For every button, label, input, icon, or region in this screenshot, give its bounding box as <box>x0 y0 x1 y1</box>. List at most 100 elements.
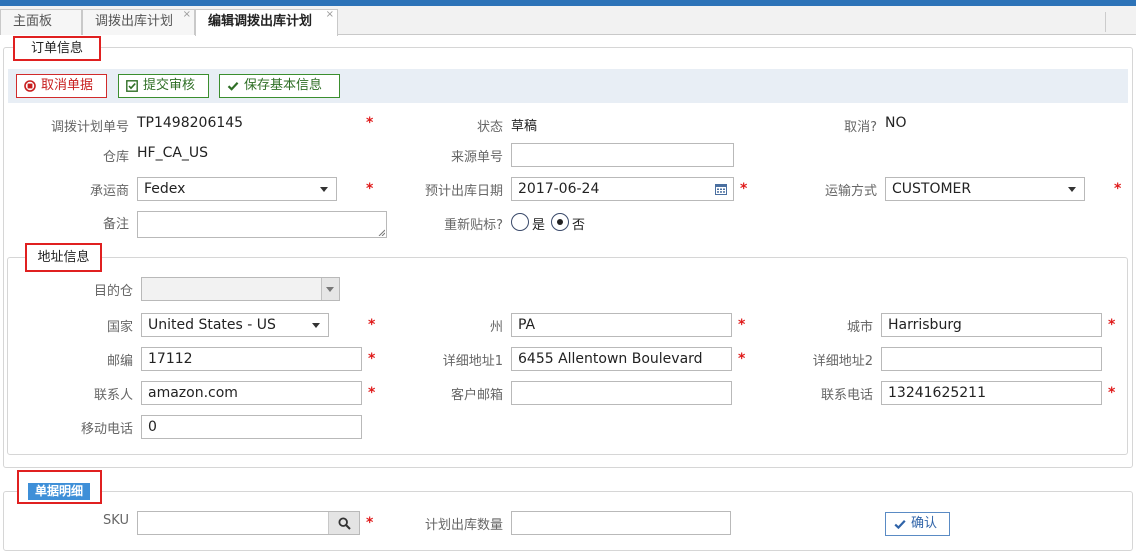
mobile-label: 移动电话 <box>80 422 133 437</box>
zip-input[interactable]: 17112 <box>141 347 362 371</box>
required-mark: * <box>740 181 748 197</box>
ship-date-input[interactable]: 2017-06-24 <box>511 177 734 201</box>
relabel-no-label: 否 <box>572 218 586 233</box>
warehouse-value: HF_CA_US <box>137 145 209 161</box>
phone-input[interactable]: 13241625211 <box>881 381 1102 405</box>
chevron-down-icon <box>326 287 334 292</box>
phone-label: 联系电话 <box>820 388 873 403</box>
submit-review-button[interactable]: 提交审核 <box>118 74 209 98</box>
chevron-down-icon <box>312 323 320 328</box>
button-label: 保存基本信息 <box>244 78 323 93</box>
country-select[interactable]: United States - US <box>141 313 329 337</box>
plan-no-label: 调拨计划单号 <box>50 120 129 135</box>
contact-label: 联系人 <box>93 388 133 403</box>
check-icon <box>894 520 906 530</box>
tab-edit-transfer-plan[interactable]: 编辑调拨出库计划 × <box>195 9 338 36</box>
detail-legend: 单据明细 <box>17 470 102 504</box>
required-mark: * <box>1108 317 1116 333</box>
contact-input[interactable]: amazon.com <box>141 381 362 405</box>
qty-label: 计划出库数量 <box>424 518 503 533</box>
cancelled-value: NO <box>885 115 907 131</box>
dropdown-button[interactable] <box>321 278 339 300</box>
dest-warehouse-select[interactable] <box>141 277 340 301</box>
cancel-circle-icon <box>24 80 36 92</box>
tab-label: 编辑调拨出库计划 <box>208 14 313 29</box>
calendar-icon[interactable] <box>715 183 727 195</box>
required-mark: * <box>366 181 374 197</box>
email-input[interactable] <box>511 381 732 405</box>
order-info-legend: 订单信息 <box>13 36 101 61</box>
warehouse-label: 仓库 <box>102 150 129 165</box>
country-label: 国家 <box>106 320 133 335</box>
zip-label: 邮编 <box>106 354 133 369</box>
state-input[interactable]: PA <box>511 313 732 337</box>
ship-date-label: 预计出库日期 <box>424 184 503 199</box>
required-mark: * <box>738 351 746 367</box>
chevron-down-icon <box>1068 187 1076 192</box>
tab-bar-divider <box>1105 12 1106 32</box>
required-mark: * <box>368 351 376 367</box>
save-basic-info-button[interactable]: 保存基本信息 <box>219 74 340 98</box>
button-label: 取消单据 <box>41 78 94 93</box>
action-toolbar: 取消单据 提交审核 保存基本信息 <box>8 69 1128 103</box>
city-input[interactable]: Harrisburg <box>881 313 1102 337</box>
relabel-no-radio[interactable] <box>551 213 569 231</box>
address1-label: 详细地址1 <box>442 354 503 369</box>
remark-textarea[interactable] <box>137 211 387 238</box>
email-label: 客户邮箱 <box>450 388 503 403</box>
carrier-label: 承运商 <box>89 184 129 199</box>
source-no-label: 来源单号 <box>450 150 503 165</box>
select-value: United States - US <box>148 317 276 333</box>
required-mark: * <box>368 317 376 333</box>
close-icon[interactable]: × <box>183 8 191 22</box>
plan-no-value: TP1498206145 <box>137 115 244 131</box>
check-icon <box>227 82 239 91</box>
detail-legend-tag: 单据明细 <box>28 483 90 500</box>
legend-text: 地址信息 <box>37 250 90 265</box>
transport-label: 运输方式 <box>824 184 877 199</box>
transport-select[interactable]: CUSTOMER <box>885 177 1085 201</box>
tab-bar: 主面板 调拨出库计划 × 编辑调拨出库计划 × <box>0 6 1136 36</box>
required-mark: * <box>738 317 746 333</box>
qty-input[interactable] <box>511 511 731 535</box>
sku-input[interactable] <box>137 511 360 535</box>
button-label: 确认 <box>911 516 938 531</box>
button-label: 提交审核 <box>143 78 196 93</box>
status-label: 状态 <box>476 120 503 135</box>
relabel-yes-radio[interactable] <box>511 213 529 231</box>
tab-transfer-plan[interactable]: 调拨出库计划 × <box>82 9 195 35</box>
carrier-select[interactable]: Fedex <box>137 177 337 201</box>
source-no-input[interactable] <box>511 143 734 167</box>
status-value: 草稿 <box>511 119 538 134</box>
state-label: 州 <box>489 320 503 335</box>
relabel-label: 重新贴标? <box>444 218 503 233</box>
required-mark: * <box>1108 385 1116 401</box>
date-value: 2017-06-24 <box>518 181 600 197</box>
legend-text: 订单信息 <box>30 41 83 56</box>
sku-search-button[interactable] <box>328 512 359 534</box>
select-value: CUSTOMER <box>892 181 972 197</box>
required-mark: * <box>366 515 374 531</box>
required-mark: * <box>366 115 374 131</box>
address-info-legend: 地址信息 <box>25 243 102 272</box>
search-icon <box>338 517 351 530</box>
resize-grip-icon[interactable] <box>378 229 385 236</box>
close-icon[interactable]: × <box>326 8 334 22</box>
address2-label: 详细地址2 <box>812 354 873 369</box>
tab-dashboard[interactable]: 主面板 <box>0 9 82 35</box>
check-square-icon <box>126 80 138 92</box>
select-value: Fedex <box>144 181 186 197</box>
tab-label: 调拨出库计划 <box>95 14 174 29</box>
tab-label: 主面板 <box>13 14 53 29</box>
required-mark: * <box>1114 181 1122 197</box>
mobile-input[interactable]: 0 <box>141 415 362 439</box>
confirm-button[interactable]: 确认 <box>885 512 950 536</box>
cancel-document-button[interactable]: 取消单据 <box>16 74 107 98</box>
address2-input[interactable] <box>881 347 1102 371</box>
address1-input[interactable]: 6455 Allentown Boulevard <box>511 347 732 371</box>
city-label: 城市 <box>846 320 873 335</box>
chevron-down-icon <box>320 187 328 192</box>
sku-label: SKU <box>103 513 129 528</box>
relabel-yes-label: 是 <box>532 218 546 233</box>
required-mark: * <box>368 385 376 401</box>
